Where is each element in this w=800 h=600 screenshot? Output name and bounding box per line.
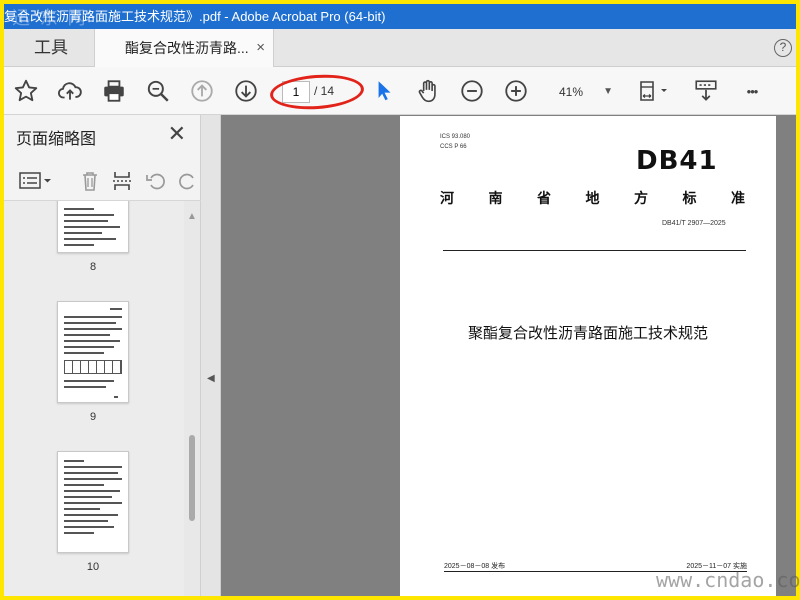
thumbnail-label: 8 — [89, 261, 97, 273]
thumbnail-label: 10 — [86, 561, 100, 573]
trash-icon[interactable] — [78, 169, 104, 193]
issue-date: 2025－08－08 发布 — [444, 563, 506, 570]
print-icon[interactable] — [100, 77, 128, 105]
thumbnail-page[interactable] — [57, 451, 129, 553]
document-view[interactable]: ICS 93.080 CCS P 66 DB41 河 南 省 地 方 标 准 D… — [221, 115, 796, 596]
scroll-up-icon[interactable]: ▲ — [187, 211, 197, 222]
more-icon[interactable]: ••• — [738, 77, 766, 105]
tab-tools[interactable]: 工具 — [4, 29, 94, 67]
search-zoom-icon[interactable] — [144, 77, 172, 105]
collapse-arrow-icon: ◀ — [207, 373, 215, 384]
tab-close-icon[interactable]: × — [256, 29, 265, 67]
red-annotation-circle — [268, 71, 366, 113]
thumbnail-label: 9 — [89, 411, 97, 423]
toolbar: / 14 41% ▼ ••• — [4, 67, 796, 115]
hand-icon[interactable] — [414, 77, 442, 105]
watermark-top-left: 迅 东 网 — [12, 8, 88, 29]
thumbnail-toolbar — [4, 161, 201, 201]
title-bar: 复合改性沥青路面施工技术规范》.pdf - Adobe Acrobat Pro … — [4, 4, 796, 29]
zoom-out-icon[interactable] — [458, 77, 486, 105]
ics-code: ICS 93.080 CCS P 66 — [440, 134, 471, 150]
rotate-right-icon[interactable] — [176, 169, 194, 193]
thumbnail-scrollbar[interactable]: ▲ — [184, 201, 200, 596]
divider — [443, 250, 746, 251]
tab-document-label: 酯复合改性沥青路... — [125, 40, 249, 56]
zoom-dropdown[interactable]: 41% ▼ — [547, 80, 619, 104]
thumbnail-page[interactable] — [57, 301, 129, 403]
zoom-value: 41% — [559, 85, 584, 99]
scroll-mode-icon[interactable] — [692, 77, 720, 105]
pdf-page: ICS 93.080 CCS P 66 DB41 河 南 省 地 方 标 准 D… — [400, 116, 776, 596]
tab-bar: 工具 酯复合改性沥青路... × ? — [4, 29, 796, 67]
thumbnail-list: 8 9 10 — [4, 201, 184, 596]
arrow-down-circle-icon[interactable] — [232, 77, 260, 105]
insert-page-icon[interactable] — [110, 169, 136, 193]
zoom-in-icon[interactable] — [502, 77, 530, 105]
page-thumbnails-panel: 页面缩略图 ✕ 8 9 10 ▲ — [4, 115, 201, 596]
scrollbar-thumb[interactable] — [189, 435, 195, 521]
rotate-left-icon[interactable] — [144, 169, 170, 193]
panel-close-icon[interactable]: ✕ — [168, 121, 186, 147]
page-fit-icon[interactable] — [636, 77, 674, 105]
panel-title: 页面缩略图 — [16, 131, 97, 148]
select-arrow-icon[interactable] — [370, 77, 398, 105]
help-icon[interactable]: ? — [774, 39, 792, 57]
standard-type: 河 南 省 地 方 标 准 — [440, 190, 745, 206]
document-title: 聚酯复合改性沥青路面施工技术规范 — [467, 325, 708, 342]
thumbnail-options-icon[interactable] — [18, 169, 54, 193]
arrow-up-circle-icon[interactable] — [188, 77, 216, 105]
standard-code: DB41/T 2907—2025 — [662, 220, 726, 227]
star-icon[interactable] — [12, 77, 40, 105]
acrobat-window: 复合改性沥青路面施工技术规范》.pdf - Adobe Acrobat Pro … — [4, 4, 796, 596]
panel-collapse-strip[interactable]: ◀ — [201, 115, 221, 596]
cloud-upload-icon[interactable] — [56, 77, 84, 105]
tab-document[interactable]: 酯复合改性沥青路... × — [94, 29, 274, 67]
thumbnail-page[interactable] — [57, 201, 129, 253]
watermark-bottom-right: www.cndao.co — [656, 568, 800, 592]
db-mark: DB41 — [636, 146, 718, 176]
chevron-down-icon: ▼ — [603, 86, 613, 97]
